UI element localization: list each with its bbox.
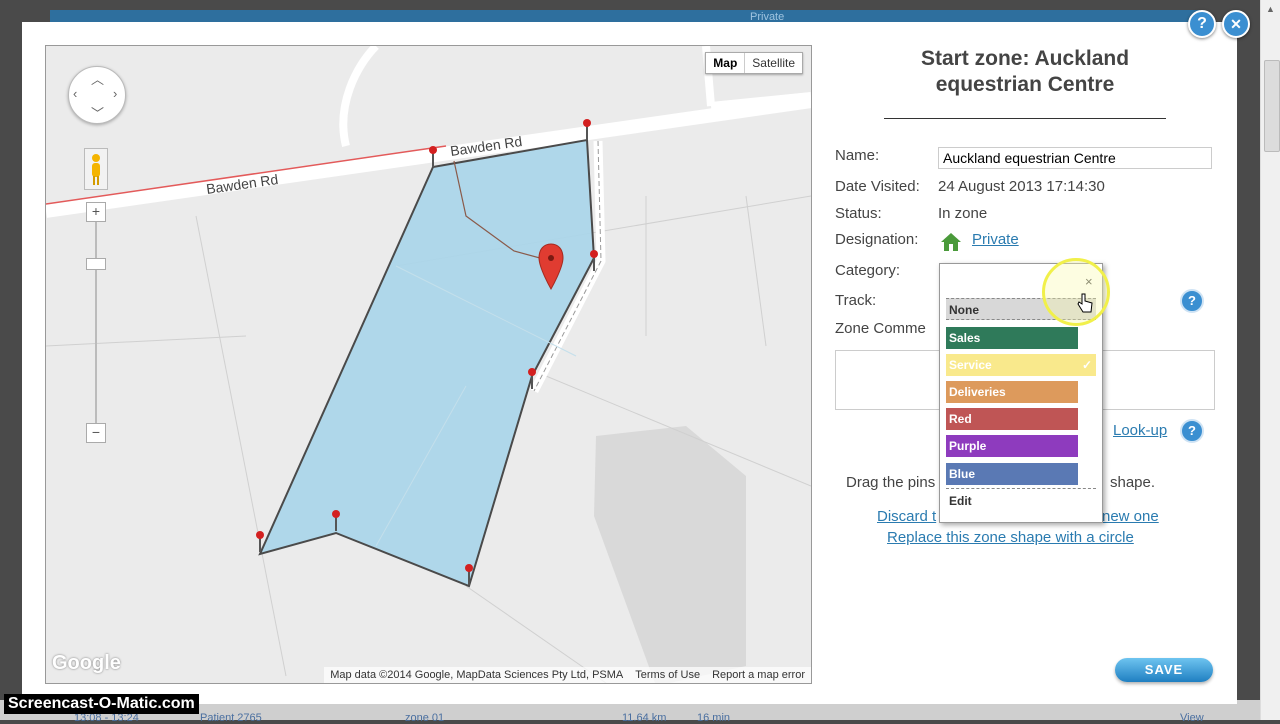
scrollbar-thumb[interactable] xyxy=(1264,60,1280,152)
status-value: In zone xyxy=(938,205,988,222)
category-edit-link[interactable]: Edit xyxy=(949,494,972,508)
zone-comments-label: Zone Comme xyxy=(835,320,926,337)
category-option-label: Sales xyxy=(949,331,981,345)
background-zone: zone 01 xyxy=(405,712,445,724)
category-option-label: None xyxy=(949,303,979,317)
save-button[interactable]: SAVE xyxy=(1115,658,1213,682)
page-title: Start zone: Auckland equestrian Centre xyxy=(920,47,1130,96)
help-icon[interactable]: ? xyxy=(1188,10,1216,38)
zoom-track xyxy=(95,211,97,433)
category-option-blue[interactable]: Blue xyxy=(946,463,1078,485)
name-label: Name: xyxy=(835,147,880,164)
designation-label: Designation: xyxy=(835,231,919,248)
category-option-label: Service xyxy=(949,358,992,372)
category-option-label: Purple xyxy=(949,439,987,453)
report-map-error-link[interactable]: Report a map error xyxy=(712,669,805,681)
street-view-pegman-icon[interactable] xyxy=(84,148,108,190)
category-option-red[interactable]: Red xyxy=(946,408,1078,430)
pan-up-icon[interactable]: ︿ xyxy=(91,69,104,88)
background-duration: 16 min xyxy=(697,712,731,724)
new-shape-link[interactable]: new one xyxy=(1102,508,1159,525)
map-view[interactable]: Bawden Rd Bawden Rd Map Satellite ︿ ﹀ ‹ … xyxy=(45,45,812,684)
lookup-help-icon[interactable]: ? xyxy=(1180,419,1204,443)
dropdown-divider xyxy=(946,488,1096,489)
zoom-in-button[interactable]: + xyxy=(86,202,106,222)
background-view: View xyxy=(1180,712,1204,724)
title-divider xyxy=(884,118,1166,119)
hand-cursor-icon xyxy=(1077,293,1093,313)
category-option-purple[interactable]: Purple xyxy=(946,435,1078,457)
map-footer: Map data ©2014 Google, MapData Sciences … xyxy=(324,667,811,683)
drag-instructions-tail: shape. xyxy=(1110,474,1156,491)
map-type-map-button[interactable]: Map xyxy=(706,53,746,73)
zoom-out-button[interactable]: − xyxy=(86,423,106,443)
category-label: Category: xyxy=(835,262,901,279)
discard-link[interactable]: Discard t xyxy=(877,508,936,525)
map-canvas[interactable] xyxy=(46,46,811,683)
pan-left-icon[interactable]: ‹ xyxy=(73,86,77,101)
track-label: Track: xyxy=(835,292,877,309)
category-option-sales[interactable]: Sales xyxy=(946,327,1078,349)
category-option-label: Red xyxy=(949,412,972,426)
selected-check-icon: ✓ xyxy=(1081,358,1092,372)
date-value: 24 August 2013 17:14:30 xyxy=(938,178,1105,195)
category-option-service[interactable]: Service ✓ xyxy=(946,354,1096,376)
date-label: Date Visited: xyxy=(835,178,920,195)
watermark: Screencast-O-Matic.com xyxy=(4,694,199,714)
category-option-deliveries[interactable]: Deliveries xyxy=(946,381,1078,403)
map-park-area xyxy=(594,426,746,683)
name-field[interactable] xyxy=(938,147,1212,169)
drag-instructions: Drag the pins xyxy=(846,474,936,491)
google-logo: Google xyxy=(52,652,121,674)
category-option-label: Deliveries xyxy=(949,385,1006,399)
pan-control[interactable]: ︿ ﹀ ‹ › xyxy=(68,66,126,124)
map-type-control: Map Satellite xyxy=(705,52,803,74)
background-distance: 11.64 km xyxy=(622,712,667,724)
status-label: Status: xyxy=(835,205,882,222)
scroll-up-icon[interactable]: ▲ xyxy=(1266,4,1275,14)
designation-link[interactable]: Private xyxy=(972,231,1019,248)
map-attribution: Map data ©2014 Google, MapData Sciences … xyxy=(330,669,624,681)
close-icon[interactable]: ✕ xyxy=(1222,10,1250,38)
category-option-label: Blue xyxy=(949,467,976,481)
lookup-link[interactable]: Look-up xyxy=(1113,422,1167,439)
track-help-icon[interactable]: ? xyxy=(1180,289,1204,313)
background-patient: Patient 2765 xyxy=(200,712,262,724)
replace-with-circle-link[interactable]: Replace this zone shape with a circle xyxy=(887,529,1134,546)
map-type-satellite-button[interactable]: Satellite xyxy=(745,53,802,73)
pan-right-icon[interactable]: › xyxy=(113,86,117,101)
house-icon xyxy=(941,233,961,251)
zoom-slider-handle[interactable] xyxy=(86,258,106,270)
page-scrollbar[interactable]: ▲ xyxy=(1260,0,1280,720)
pan-down-icon[interactable]: ﹀ xyxy=(91,103,104,122)
terms-of-use-link[interactable]: Terms of Use xyxy=(635,669,700,681)
